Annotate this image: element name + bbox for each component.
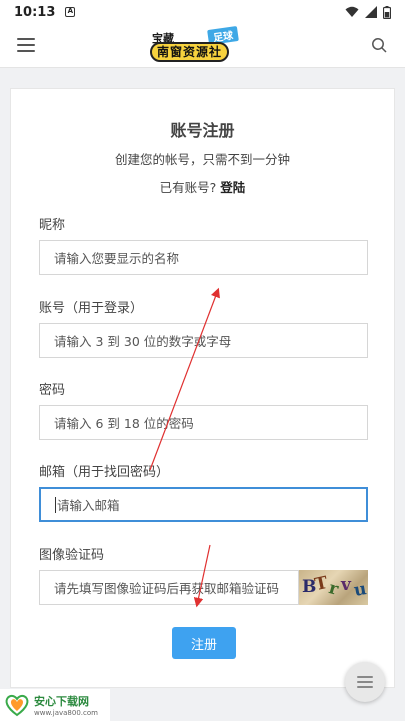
login-prompt: 已有账号? 登陆 <box>11 177 394 196</box>
register-button[interactable]: 注册 <box>172 627 236 659</box>
email-placeholder: 请输入邮箱 <box>57 498 120 513</box>
search-icon[interactable] <box>371 37 387 53</box>
captcha-placeholder: 请先填写图像验证码后再获取邮箱验证码 <box>54 581 280 596</box>
nickname-label: 昵称 <box>39 218 66 233</box>
account-input[interactable]: 请输入 3 到 30 位的数字或字母 <box>39 323 368 358</box>
account-placeholder: 请输入 3 到 30 位的数字或字母 <box>54 334 232 349</box>
logo-main-text: 南窗资源社 <box>150 42 230 62</box>
wifi-icon <box>345 6 359 17</box>
account-label: 账号（用于登录） <box>39 301 144 316</box>
password-label: 密码 <box>39 383 66 398</box>
nickname-placeholder: 请输入您要显示的名称 <box>54 251 180 266</box>
login-link[interactable]: 登陆 <box>220 180 245 195</box>
clock: 10:13 <box>14 4 56 20</box>
email-input[interactable]: 请输入邮箱 <box>39 487 368 522</box>
captcha-char: v <box>341 575 351 595</box>
email-label: 邮箱（用于找回密码） <box>39 465 170 480</box>
app-header: 宝藏 足球 南窗资源社 <box>0 24 405 68</box>
status-bar: 10:13 A <box>0 0 405 24</box>
nickname-input[interactable]: 请输入您要显示的名称 <box>39 240 368 275</box>
register-card: 账号注册 创建您的帐号，只需不到一分钟 已有账号? 登陆 昵称 请输入您要显示的… <box>10 88 395 688</box>
captcha-char: u <box>352 579 368 601</box>
captcha-image[interactable]: B T r v u <box>299 570 368 605</box>
page-subtitle: 创建您的帐号，只需不到一分钟 <box>114 152 290 167</box>
watermark-name: 安心下载网 <box>34 695 89 708</box>
captcha-label: 图像验证码 <box>39 548 105 563</box>
list-icon <box>357 673 373 691</box>
page-title: 账号注册 <box>170 121 235 140</box>
text-cursor <box>55 496 56 513</box>
hamburger-menu-icon[interactable] <box>17 38 35 52</box>
watermark: 安心下载网 www.java800.com <box>0 689 110 721</box>
battery-icon <box>383 5 391 19</box>
captcha-input[interactable]: 请先填写图像验证码后再获取邮箱验证码 <box>39 570 299 605</box>
floating-menu-button[interactable] <box>345 662 385 702</box>
password-placeholder: 请输入 6 到 18 位的密码 <box>54 416 194 431</box>
heart-logo-icon <box>5 694 29 717</box>
has-account-text: 已有账号? <box>159 180 217 195</box>
site-logo[interactable]: 宝藏 足球 南窗资源社 <box>150 25 250 62</box>
password-input[interactable]: 请输入 6 到 18 位的密码 <box>39 405 368 440</box>
watermark-url: www.java800.com <box>34 709 98 717</box>
notification-a-icon: A <box>65 7 76 17</box>
signal-icon <box>365 6 377 18</box>
captcha-char: r <box>326 578 341 600</box>
